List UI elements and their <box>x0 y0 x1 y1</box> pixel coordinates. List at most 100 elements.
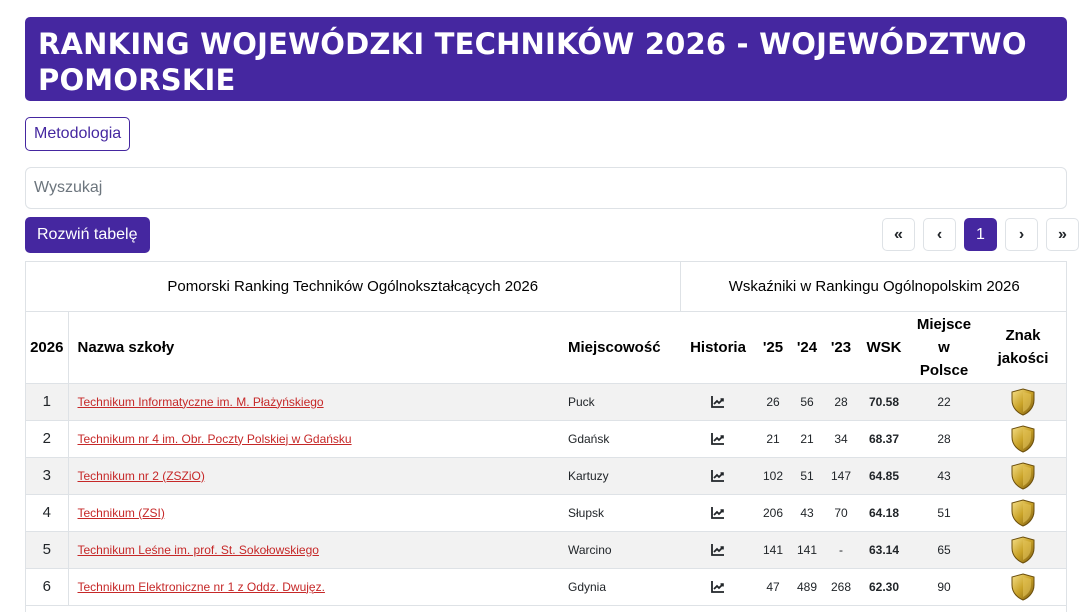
quality-cell <box>978 383 1066 421</box>
school-link[interactable]: Technikum nr 2 (ZSZiO) <box>78 469 205 483</box>
school-name-cell: Technikum (ZSI) <box>68 494 554 532</box>
ranking-table: Pomorski Ranking Techników Ogólnokształc… <box>25 261 1067 612</box>
rank-2024-cell: 56 <box>790 383 824 421</box>
rank-2025-cell: 21 <box>756 420 790 458</box>
last-page-button[interactable]: » <box>1046 218 1079 251</box>
table-row: 1 Technikum Informatyczne im. M. Płażyńs… <box>26 383 1066 421</box>
col-place-line1: Miejsce <box>916 315 972 333</box>
wsk-cell: 63.14 <box>858 531 910 569</box>
history-cell <box>680 494 756 532</box>
city-cell: Gdynia <box>554 568 680 606</box>
quality-cell <box>978 420 1066 458</box>
school-link[interactable]: Technikum (ZSI) <box>78 506 165 520</box>
history-cell <box>680 420 756 458</box>
rank-2025-cell: 47 <box>756 568 790 606</box>
wsk-cell: 68.37 <box>858 420 910 458</box>
col-city-header[interactable]: Miejscowość <box>554 311 680 384</box>
col-place-line3: Polsce <box>919 361 969 379</box>
rank-cell: 4 <box>26 494 69 532</box>
pagination: « ‹ 1 › » <box>882 218 1079 251</box>
gold-shield-icon <box>1011 498 1035 527</box>
quality-cell <box>978 494 1066 532</box>
rank-cell: 6 <box>26 568 69 606</box>
col-2025-header[interactable]: '25 <box>756 311 790 384</box>
col-quality-line1: Znak <box>1005 327 1041 344</box>
history-cell <box>680 457 756 495</box>
city-cell: Puck <box>554 383 680 421</box>
search-input[interactable]: Wyszukaj <box>25 167 1067 209</box>
next-page-button[interactable]: › <box>1005 218 1038 251</box>
school-name-cell: Technikum nr 2 (ZSZiO) <box>68 457 554 495</box>
table-row: 4 Technikum (ZSI) Słupsk 206 43 70 64.18… <box>26 494 1066 532</box>
col-place-header[interactable]: Miejsce w Polsce <box>910 311 978 384</box>
rank-2025-cell: 206 <box>756 494 790 532</box>
rank-2024-cell: 141 <box>790 531 824 569</box>
expand-table-button[interactable]: Rozwiń tabelę <box>25 217 150 253</box>
chart-line-icon[interactable] <box>711 543 725 556</box>
rank-cell: 3 <box>26 457 69 495</box>
wsk-cell: 70.58 <box>858 383 910 421</box>
wsk-cell: 64.85 <box>858 457 910 495</box>
page-title: RANKING WOJEWÓDZKI TECHNIKÓW 2026 - WOJE… <box>38 27 1027 97</box>
col-name-header[interactable]: Nazwa szkoły <box>68 311 554 384</box>
quality-cell <box>978 457 1066 495</box>
gold-shield-icon <box>1011 461 1035 490</box>
gold-shield-icon <box>1011 387 1035 416</box>
methodology-button[interactable]: Metodologia <box>25 117 131 151</box>
rank-2023-cell: 70 <box>824 494 858 532</box>
chart-line-icon[interactable] <box>711 395 725 408</box>
history-cell <box>680 568 756 606</box>
school-name-cell: Technikum nr 4 im. Obr. Poczty Polskiej … <box>68 420 554 458</box>
rank-2024-cell: 43 <box>790 494 824 532</box>
col-place-line2: w <box>938 338 950 356</box>
school-name-cell: Technikum Leśne im. prof. St. Sokołowski… <box>68 531 554 569</box>
place-cell: 43 <box>910 457 978 495</box>
page-header-banner: RANKING WOJEWÓDZKI TECHNIKÓW 2026 - WOJE… <box>25 17 1067 101</box>
page-1-button[interactable]: 1 <box>964 218 997 251</box>
rank-2024-cell: 489 <box>790 568 824 606</box>
group-header-national: Wskaźniki w Rankingu Ogólnopolskim 2026 <box>680 262 1066 312</box>
city-cell: Słupsk <box>554 494 680 532</box>
quality-cell <box>978 568 1066 606</box>
rank-2024-cell: 51 <box>790 457 824 495</box>
place-cell: 51 <box>910 494 978 532</box>
col-quality-line2: jakości <box>997 350 1049 367</box>
table-row: 2 Technikum nr 4 im. Obr. Poczty Polskie… <box>26 420 1066 458</box>
rank-cell: 5 <box>26 531 69 569</box>
col-history-header: Historia <box>680 311 756 384</box>
rank-cell: 1 <box>26 383 69 421</box>
school-name-cell: Technikum Elektroniczne nr 1 z Oddz. Dwu… <box>68 568 554 606</box>
rank-2023-cell: - <box>824 531 858 569</box>
school-link[interactable]: Technikum Elektroniczne nr 1 z Oddz. Dwu… <box>78 580 325 594</box>
group-header-regional: Pomorski Ranking Techników Ogólnokształc… <box>26 262 681 312</box>
col-quality-header: Znak jakości <box>978 311 1066 384</box>
prev-page-button[interactable]: ‹ <box>923 218 956 251</box>
wsk-cell: 64.18 <box>858 494 910 532</box>
table-row: 6 Technikum Elektroniczne nr 1 z Oddz. D… <box>26 568 1066 606</box>
col-rank-header[interactable]: 2026 <box>26 311 69 384</box>
rank-2025-cell: 102 <box>756 457 790 495</box>
rank-cell: 2 <box>26 420 69 458</box>
chart-line-icon[interactable] <box>711 580 725 593</box>
school-name-cell: Technikum Informatyczne im. M. Płażyński… <box>68 383 554 421</box>
school-link[interactable]: Technikum nr 4 im. Obr. Poczty Polskiej … <box>78 432 352 446</box>
col-wsk-header[interactable]: WSK <box>858 311 910 384</box>
wsk-cell: 62.30 <box>858 568 910 606</box>
chart-line-icon[interactable] <box>711 432 725 445</box>
rank-2025-cell: 26 <box>756 383 790 421</box>
table-row: 5 Technikum Leśne im. prof. St. Sokołows… <box>26 531 1066 569</box>
school-link[interactable]: Technikum Leśne im. prof. St. Sokołowski… <box>78 543 319 557</box>
table-row: 3 Technikum nr 2 (ZSZiO) Kartuzy 102 51 … <box>26 457 1066 495</box>
chart-line-icon[interactable] <box>711 469 725 482</box>
place-cell: 65 <box>910 531 978 569</box>
rank-2023-cell: 28 <box>824 383 858 421</box>
place-cell: 22 <box>910 383 978 421</box>
first-page-button[interactable]: « <box>882 218 915 251</box>
city-cell: Kartuzy <box>554 457 680 495</box>
col-2023-header[interactable]: '23 <box>824 311 858 384</box>
school-link[interactable]: Technikum Informatyczne im. M. Płażyński… <box>78 395 324 409</box>
col-2024-header[interactable]: '24 <box>790 311 824 384</box>
chart-line-icon[interactable] <box>711 506 725 519</box>
quality-cell <box>978 531 1066 569</box>
history-cell <box>680 383 756 421</box>
